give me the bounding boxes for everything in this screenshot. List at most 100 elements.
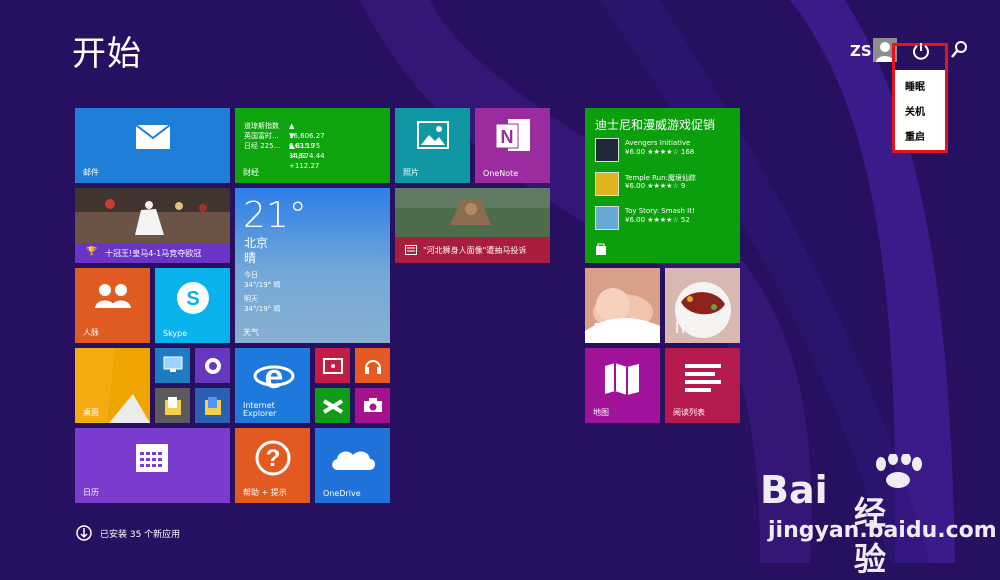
tile-label-people: 人脉 bbox=[83, 328, 99, 337]
tile-people[interactable]: 人脉 bbox=[75, 268, 150, 343]
news-caption-bar: "河北狮身人面像"遭抽马投诉 bbox=[395, 237, 550, 263]
skype-icon: S bbox=[177, 282, 209, 314]
store-app-name: Toy Story: Smash It! bbox=[625, 207, 695, 215]
today-label: 今日 bbox=[244, 271, 258, 279]
tile-calendar[interactable]: 日历 bbox=[75, 428, 230, 503]
store-app-price: ¥6.00 ★★★★☆ 52 bbox=[625, 216, 690, 224]
tomorrow-value: 34°/19° 晴 bbox=[244, 305, 281, 313]
gear-icon bbox=[205, 358, 221, 374]
video-icon bbox=[323, 358, 343, 374]
store-title: 迪士尼和漫威游戏促销 bbox=[595, 118, 716, 132]
paw-icon bbox=[876, 454, 922, 488]
finance-name: 日经 225... bbox=[244, 142, 281, 150]
down-arrow-circle-icon bbox=[76, 525, 92, 541]
tile-desktop[interactable]: 桌面 bbox=[75, 348, 150, 423]
toy-story-app-icon bbox=[595, 206, 619, 230]
camera-icon bbox=[364, 398, 382, 412]
tile-label-skype: Skype bbox=[163, 329, 188, 338]
tile-label-ie: Internet Explorer bbox=[243, 401, 277, 418]
tile-news[interactable]: "河北狮身人面像"遭抽马投诉 bbox=[395, 188, 550, 263]
tile-label-onedrive: OneDrive bbox=[323, 489, 361, 498]
store-app-item[interactable]: Toy Story: Smash It! ¥6.00 ★★★★☆ 52 bbox=[595, 204, 730, 238]
tile-internet-explorer[interactable]: e Internet Explorer bbox=[235, 348, 310, 423]
tomorrow-label: 明天 bbox=[244, 295, 258, 303]
tile-label-reading-list: 阅读列表 bbox=[673, 408, 705, 417]
tile-finance[interactable]: 道琼斯指数 ▲ 16,606.27 +63.19 英国富时... ▼ 6,815… bbox=[235, 108, 390, 183]
tile-onedrive[interactable]: OneDrive bbox=[315, 428, 390, 503]
store-app-item[interactable]: Temple Run:魔境仙踪 ¥6.00 ★★★★☆ 9 bbox=[595, 170, 730, 204]
tile-health-photo[interactable] bbox=[585, 268, 660, 343]
map-icon bbox=[605, 363, 639, 395]
sphinx-photo bbox=[395, 188, 550, 237]
internet-explorer-icon: e bbox=[253, 358, 295, 396]
tile-sports-news[interactable]: 🏆 十冠王!皇马4-1马竞夺欧冠 bbox=[75, 188, 230, 263]
tile-reading-list[interactable]: 阅读列表 bbox=[665, 348, 740, 423]
store-app-name: Avengers Initiative bbox=[625, 139, 691, 147]
avengers-app-icon bbox=[595, 138, 619, 162]
finance-name: 道琼斯指数 bbox=[244, 122, 279, 130]
svg-text:e: e bbox=[265, 358, 284, 396]
svg-text:N: N bbox=[501, 127, 514, 147]
trophy-icon: 🏆 bbox=[86, 247, 98, 257]
news-caption: "河北狮身人面像"遭抽马投诉 bbox=[423, 246, 527, 255]
search-button[interactable] bbox=[950, 40, 968, 60]
watermark-brand: Bai bbox=[760, 468, 828, 512]
tile-label-photos: 照片 bbox=[403, 168, 419, 177]
weather-forecast: 今日 34°/19° 晴 明天 34°/19° 晴 bbox=[244, 270, 280, 314]
tile-music[interactable] bbox=[355, 348, 390, 383]
tile-maps[interactable]: 地图 bbox=[585, 348, 660, 423]
tile-label-mail: 邮件 bbox=[83, 168, 99, 177]
reading-list-icon bbox=[685, 364, 721, 392]
fork-knife-icon bbox=[676, 321, 684, 333]
tile-label-help: 帮助 + 提示 bbox=[243, 488, 287, 497]
tile-pc-settings[interactable] bbox=[195, 348, 230, 383]
tile-documents[interactable] bbox=[155, 388, 190, 423]
tile-video[interactable] bbox=[315, 348, 350, 383]
weather-temp: 21° bbox=[243, 195, 307, 236]
tile-label-onenote: OneNote bbox=[483, 169, 519, 178]
tile-store[interactable]: 迪士尼和漫威游戏促销 Avengers Initiative ¥6.00 ★★★… bbox=[585, 108, 740, 263]
tile-food-photo[interactable] bbox=[665, 268, 740, 343]
svg-text:?: ? bbox=[266, 445, 281, 472]
computer-icon bbox=[163, 356, 183, 372]
tile-file-explorer[interactable] bbox=[195, 388, 230, 423]
tile-games[interactable] bbox=[315, 388, 350, 423]
tile-camera[interactable] bbox=[355, 388, 390, 423]
power-button[interactable] bbox=[910, 40, 932, 62]
store-bag-icon bbox=[596, 243, 606, 255]
watermark-url: jingyan.baidu.com bbox=[768, 518, 997, 543]
store-app-item[interactable]: Avengers Initiative ¥6.00 ★★★★☆ 168 bbox=[595, 136, 730, 170]
folder-icon bbox=[205, 397, 221, 415]
finance-name: 英国富时... bbox=[244, 132, 279, 140]
headphones-icon bbox=[365, 360, 381, 374]
tile-label-calendar: 日历 bbox=[83, 488, 99, 497]
tile-label-maps: 地图 bbox=[593, 408, 609, 417]
help-icon: ? bbox=[255, 440, 291, 476]
tile-onenote[interactable]: N OneNote bbox=[475, 108, 550, 183]
search-icon bbox=[951, 41, 967, 58]
tile-this-pc[interactable] bbox=[155, 348, 190, 383]
svg-text:S: S bbox=[186, 288, 199, 310]
tile-weather[interactable]: 21° 北京 晴 今日 34°/19° 晴 明天 34°/19° 晴 天气 bbox=[235, 188, 390, 343]
heart-icon bbox=[594, 322, 606, 332]
mail-icon bbox=[135, 124, 171, 149]
document-folder-icon bbox=[165, 397, 181, 415]
photo-icon bbox=[417, 121, 449, 149]
tile-help[interactable]: ? 帮助 + 提示 bbox=[235, 428, 310, 503]
tile-skype[interactable]: S Skype bbox=[155, 268, 230, 343]
store-app-price: ¥6.00 ★★★★☆ 9 bbox=[625, 182, 686, 190]
tile-label-desktop: 桌面 bbox=[83, 408, 99, 417]
tile-mail[interactable]: 邮件 bbox=[75, 108, 230, 183]
store-app-price: ¥6.00 ★★★★☆ 168 bbox=[625, 148, 695, 156]
tile-label-weather: 天气 bbox=[243, 328, 259, 337]
user-name[interactable]: ZS bbox=[850, 42, 872, 60]
tile-label-finance: 财经 bbox=[243, 168, 259, 177]
store-app-list: Avengers Initiative ¥6.00 ★★★★☆ 168 Temp… bbox=[595, 136, 730, 238]
start-title: 开始 bbox=[72, 34, 142, 74]
sports-caption-bar: 🏆 十冠王!皇马4-1马竞夺欧冠 bbox=[75, 243, 230, 263]
power-icon bbox=[913, 43, 929, 60]
tile-photos[interactable]: 照片 bbox=[395, 108, 470, 183]
newspaper-icon bbox=[405, 245, 417, 255]
game-controller-icon bbox=[322, 399, 344, 414]
temple-run-app-icon bbox=[595, 172, 619, 196]
